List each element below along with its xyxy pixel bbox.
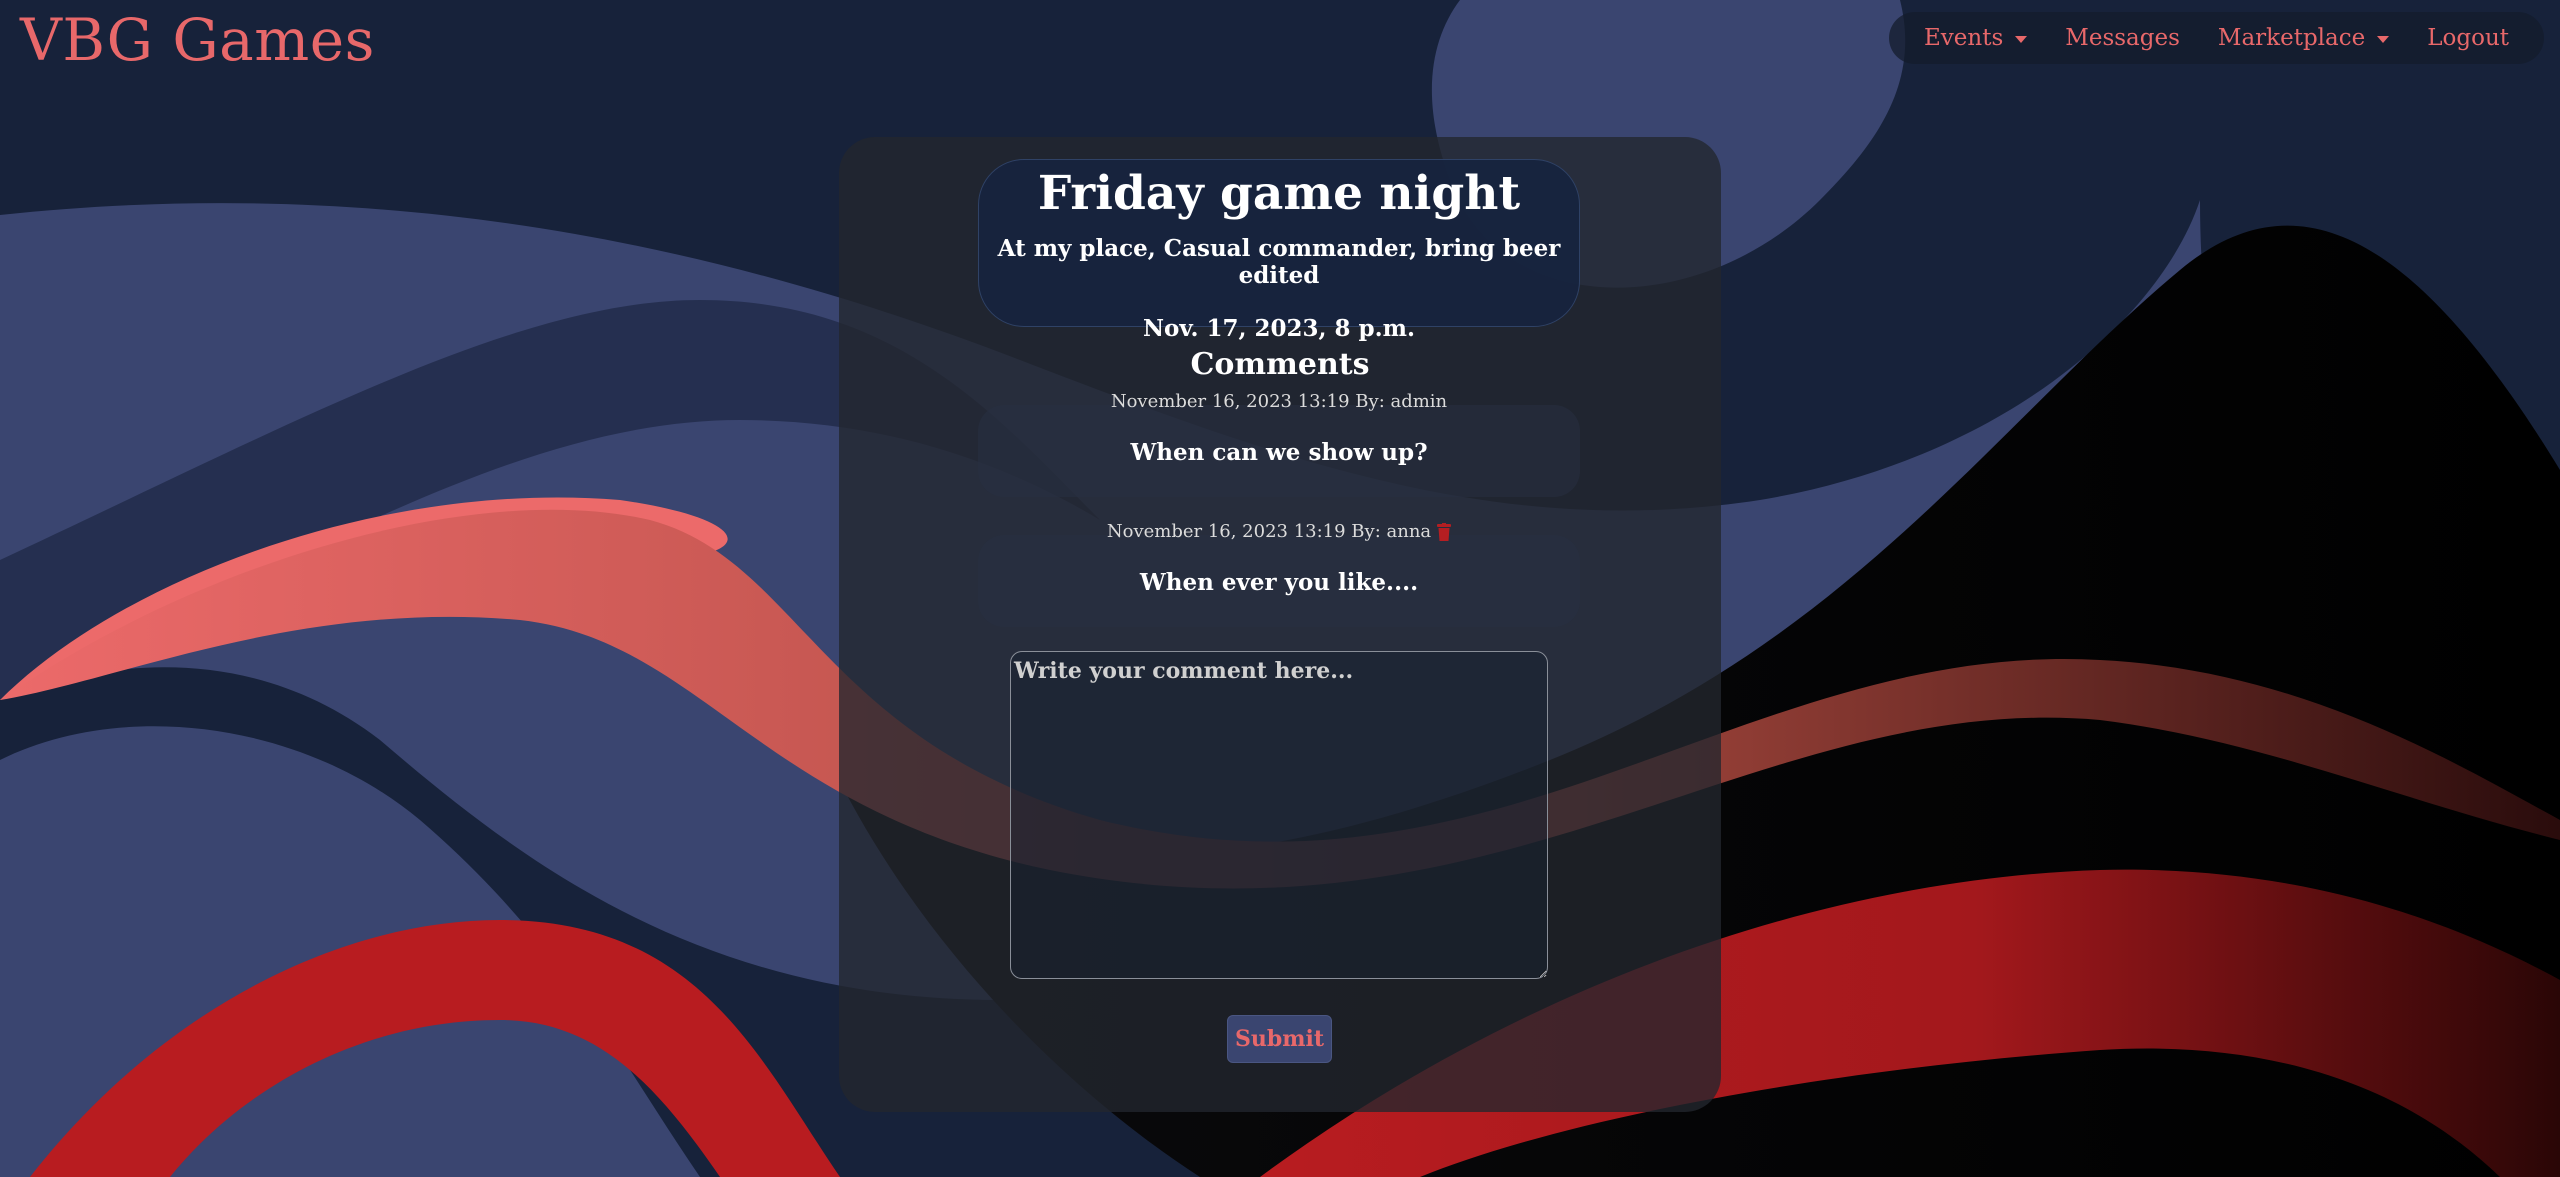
nav-logout-label: Logout (2427, 25, 2509, 51)
nav-logout-link[interactable]: Logout (2408, 25, 2528, 51)
caret-down-icon (2377, 35, 2390, 43)
nav-messages-label: Messages (2065, 25, 2180, 51)
caret-down-icon (2015, 35, 2028, 43)
comment-meta: November 16, 2023 13:19 By: anna (978, 521, 1580, 543)
comment-meta-text: November 16, 2023 13:19 By: anna (1106, 521, 1432, 542)
comment-item: November 16, 2023 13:19 By: admin When c… (978, 391, 1580, 497)
comments-heading: Comments (1190, 347, 1370, 382)
trash-icon[interactable] (1437, 523, 1452, 541)
comment-body: When ever you like.... (1139, 569, 1419, 596)
main-nav: Events Messages Marketplace Logout (1889, 12, 2544, 64)
nav-events-dropdown[interactable]: Events (1905, 25, 2046, 51)
event-card: Friday game night At my place, Casual co… (978, 159, 1580, 342)
nav-messages-link[interactable]: Messages (2046, 25, 2199, 51)
comment-meta-text: November 16, 2023 13:19 By: admin (1110, 391, 1448, 412)
event-date: Nov. 17, 2023, 8 p.m. (1143, 315, 1415, 342)
comment-item: November 16, 2023 13:19 By: anna When ev… (978, 521, 1580, 627)
nav-marketplace-dropdown[interactable]: Marketplace (2199, 25, 2408, 51)
comment-body: When can we show up? (1130, 439, 1428, 466)
comment-textarea[interactable] (1010, 651, 1548, 979)
event-title: Friday game night (1037, 166, 1521, 221)
nav-events-label: Events (1924, 25, 2004, 51)
nav-marketplace-label: Marketplace (2217, 25, 2366, 51)
brand-logo[interactable]: VBG Games (20, 6, 375, 74)
submit-button[interactable]: Submit (1227, 1015, 1332, 1063)
event-detail-panel: Friday game night At my place, Casual co… (839, 137, 1721, 1112)
event-description: At my place, Casual commander, bring bee… (997, 235, 1561, 289)
comment-meta: November 16, 2023 13:19 By: admin (978, 391, 1580, 413)
